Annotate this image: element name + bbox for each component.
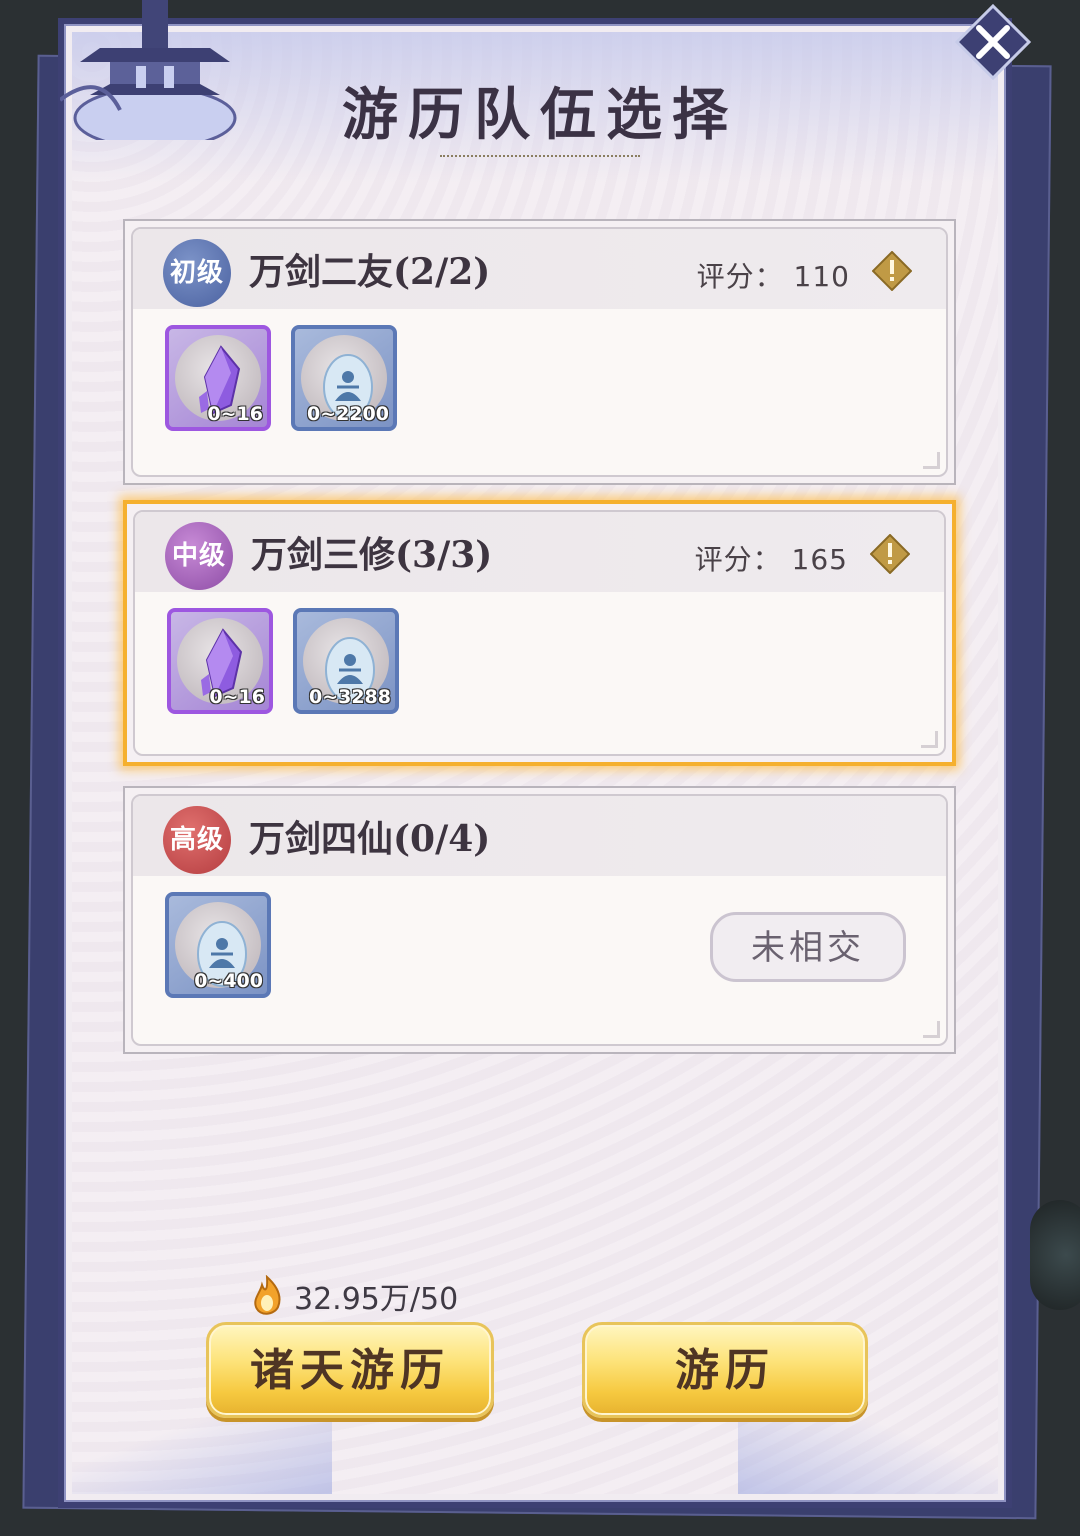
- score-info-icon[interactable]: [872, 251, 912, 291]
- reward-item[interactable]: 0~2200: [291, 325, 397, 431]
- title-ornament: [440, 155, 640, 167]
- team-card-inner: 中级 万剑三修(3/3) 评分： 165 0~16 0~3288: [133, 510, 946, 756]
- currency-value: 32.95万/50: [294, 1282, 459, 1317]
- travel-button[interactable]: 游历: [582, 1322, 868, 1418]
- close-button[interactable]: [955, 4, 1031, 80]
- score-value: 110: [793, 260, 850, 293]
- team-score: 评分： 110: [697, 255, 850, 295]
- heavens-travel-button[interactable]: 诸天游历: [206, 1322, 494, 1418]
- card-corner-mark: [921, 731, 938, 748]
- team-card-intermediate[interactable]: 中级 万剑三修(3/3) 评分： 165 0~16 0~3288: [123, 500, 956, 766]
- reward-items: 0~400: [165, 892, 271, 998]
- grade-badge: 高级: [163, 806, 231, 874]
- reward-item[interactable]: 0~16: [167, 608, 273, 714]
- score-label: 评分：: [696, 260, 784, 293]
- item-quantity: 0~16: [207, 403, 263, 425]
- wave-decoration-left: [72, 1414, 332, 1494]
- team-card-inner: 初级 万剑二友(2/2) 评分： 110 0~16 0~2200: [131, 227, 948, 477]
- grade-badge: 初级: [163, 239, 231, 307]
- score-info-icon[interactable]: [870, 534, 910, 574]
- wave-decoration-right: [738, 1414, 998, 1494]
- grade-badge: 中级: [165, 522, 233, 590]
- page-title: 游历队伍选择: [342, 82, 738, 148]
- team-name: 万剑三修(3/3): [251, 534, 493, 576]
- item-quantity: 0~2200: [306, 403, 389, 425]
- team-name: 万剑四仙(0/4): [249, 818, 491, 860]
- status-tag: 未相交: [710, 912, 906, 982]
- team-name: 万剑二友(2/2): [249, 251, 491, 293]
- item-quantity: 0~3288: [308, 686, 391, 708]
- avatar[interactable]: [1030, 1200, 1080, 1310]
- reward-items: 0~16 0~2200: [165, 325, 397, 431]
- flame-coin-icon: [254, 1275, 281, 1315]
- card-corner-mark: [923, 452, 940, 469]
- reward-item[interactable]: 0~16: [165, 325, 271, 431]
- team-card-advanced[interactable]: 高级 万剑四仙(0/4) 0~400 未相交: [123, 786, 956, 1054]
- card-corner-mark: [923, 1021, 940, 1038]
- team-score: 评分： 165: [695, 538, 848, 578]
- title-area: 游历队伍选择: [0, 70, 1080, 167]
- score-value: 165: [791, 543, 848, 576]
- reward-item[interactable]: 0~400: [165, 892, 271, 998]
- reward-items: 0~16 0~3288: [167, 608, 399, 714]
- currency-display: 32.95万/50: [250, 1274, 458, 1318]
- team-card-inner: 高级 万剑四仙(0/4) 0~400 未相交: [131, 794, 948, 1046]
- reward-item[interactable]: 0~3288: [293, 608, 399, 714]
- score-label: 评分：: [694, 543, 782, 576]
- item-quantity: 0~400: [194, 970, 263, 992]
- team-card-beginner[interactable]: 初级 万剑二友(2/2) 评分： 110 0~16 0~2200: [123, 219, 956, 485]
- item-quantity: 0~16: [209, 686, 265, 708]
